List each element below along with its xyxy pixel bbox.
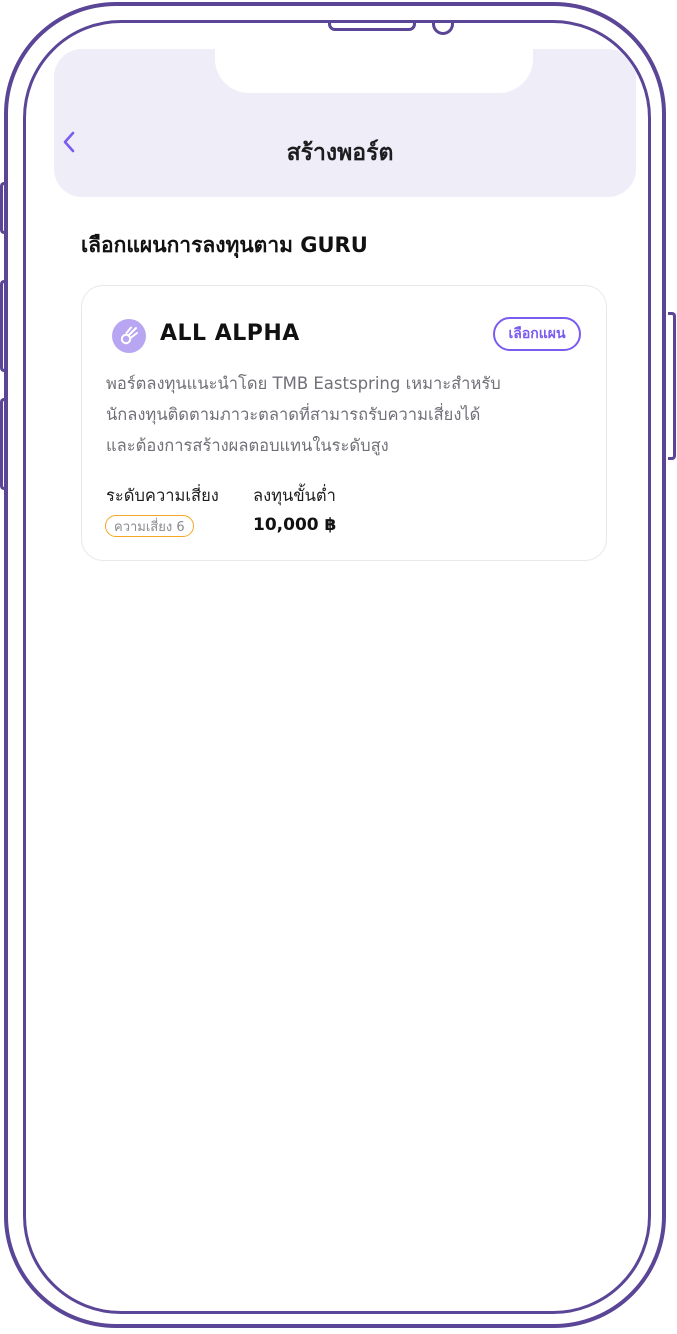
plan-description-line: นักลงทุนติดตามภาวะตลาดที่สามารถรับความเส… <box>106 405 481 424</box>
plan-name: ALL ALPHA <box>160 321 300 346</box>
min-invest-label: ลงทุนขั้นต่ำ <box>253 486 336 505</box>
plan-card[interactable]: ALL ALPHA เลือกแผน พอร์ตลงทุนแนะนำโดย TM… <box>81 285 607 561</box>
comet-icon <box>112 319 146 353</box>
phone-screen: สร้างพอร์ต เลือกแผนการลงทุนตาม GURU ALL … <box>23 20 651 1314</box>
risk-level-label: ระดับความเสี่ยง <box>106 486 219 505</box>
phone-mockup: สร้างพอร์ต เลือกแผนการลงทุนตาม GURU ALL … <box>0 0 677 1334</box>
select-plan-button[interactable]: เลือกแผน <box>493 317 581 351</box>
app-header <box>54 23 636 197</box>
speaker-grill <box>328 23 416 31</box>
risk-badge: ความเสี่ยง 6 <box>105 515 194 537</box>
plan-description: พอร์ตลงทุนแนะนำโดย TMB Eastspring เหมาะส… <box>106 368 566 461</box>
plan-description-line: และต้องการสร้างผลตอบแทนในระดับสูง <box>106 436 389 455</box>
page-title: สร้างพอร์ต <box>286 140 394 166</box>
section-title: เลือกแผนการลงทุนตาม GURU <box>81 233 368 257</box>
min-invest-value: 10,000 ฿ <box>253 515 337 535</box>
phone-frame: สร้างพอร์ต เลือกแผนการลงทุนตาม GURU ALL … <box>4 2 666 1328</box>
plan-description-line: พอร์ตลงทุนแนะนำโดย TMB Eastspring เหมาะส… <box>106 374 501 393</box>
front-camera <box>432 23 454 35</box>
power-button <box>668 312 676 460</box>
phone-notch <box>215 23 533 93</box>
